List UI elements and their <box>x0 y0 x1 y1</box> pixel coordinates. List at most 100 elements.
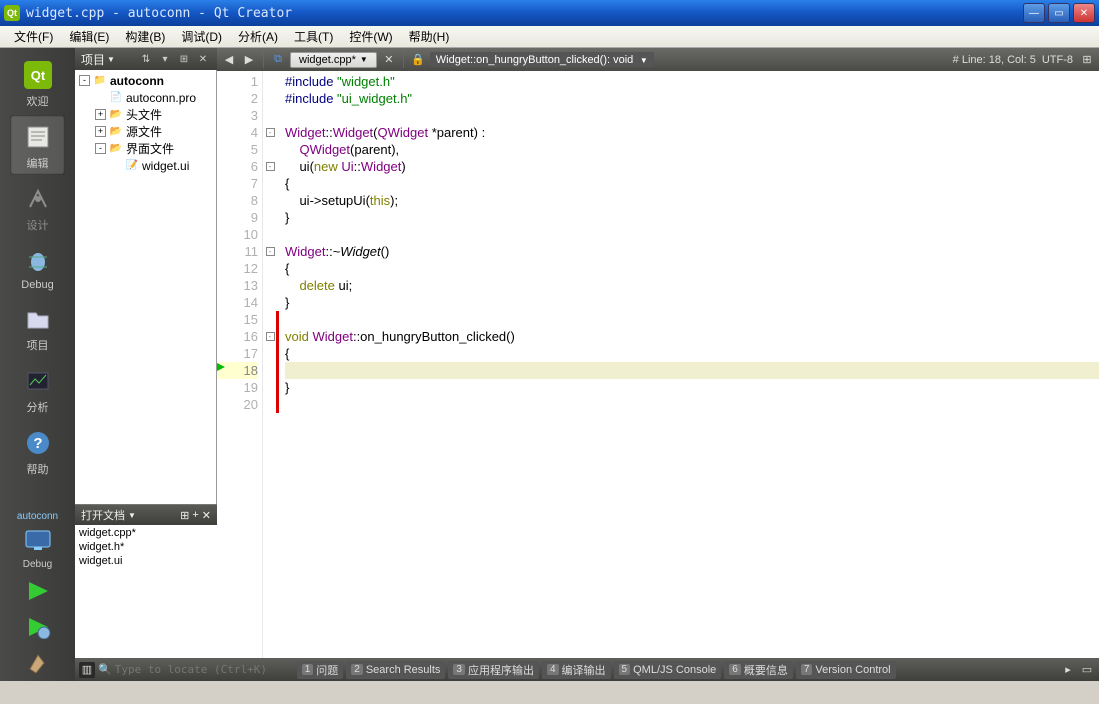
encoding-selector[interactable]: UTF-8 <box>1042 54 1073 66</box>
statusbar: ▥ 🔍 1问题2Search Results3应用程序输出4编译输出5QML/J… <box>75 658 1099 681</box>
expand-icon[interactable]: - <box>79 75 90 86</box>
design-icon <box>22 183 54 215</box>
pro-file[interactable]: autoconn.pro <box>126 91 196 105</box>
close-panel-icon[interactable]: ✕ <box>195 51 211 67</box>
cpp-icon: ⧉ <box>270 52 286 68</box>
lock-icon[interactable]: 🔒 <box>410 52 426 68</box>
menu-分析[interactable]: 分析(A) <box>230 26 286 47</box>
open-doc-item[interactable]: widget.ui <box>79 555 213 569</box>
window-title: widget.cpp - autoconn - Qt Creator <box>26 6 292 21</box>
open-doc-item[interactable]: widget.cpp* <box>79 527 213 541</box>
ui-file-icon: 📝 <box>125 159 139 173</box>
fold-column[interactable]: - - - - <box>263 71 277 658</box>
editor-toolbar: ◀ ▶ ⧉ widget.cpp* ▼ ✕ 🔒 Widget::on_hungr… <box>217 48 1099 71</box>
forms-folder[interactable]: 界面文件 <box>126 140 174 157</box>
monitor-icon <box>22 525 54 557</box>
close-panel-icon[interactable]: ✕ <box>202 509 211 522</box>
project-root[interactable]: autoconn <box>110 74 164 88</box>
maximize-button[interactable]: ▭ <box>1048 3 1070 23</box>
close-file-icon[interactable]: ✕ <box>381 52 397 68</box>
nav-back-button[interactable]: ◀ <box>221 52 237 68</box>
ui-file[interactable]: widget.ui <box>142 159 189 173</box>
file-tab[interactable]: widget.cpp* ▼ <box>290 52 377 68</box>
expand-icon[interactable]: + <box>95 109 106 120</box>
run-button[interactable] <box>20 577 56 605</box>
titlebar: Qt widget.cpp - autoconn - Qt Creator — … <box>0 0 1099 26</box>
fold-icon[interactable]: - <box>266 247 275 256</box>
open-doc-item[interactable]: widget.h* <box>79 541 213 555</box>
output-toggle-icon[interactable]: ▭ <box>1079 662 1095 678</box>
folder-c-icon: 📂 <box>109 125 123 139</box>
pro-file-icon: 📄 <box>109 91 123 105</box>
toggle-sidebar-icon[interactable]: ▥ <box>79 662 95 678</box>
locator-input[interactable] <box>115 663 285 676</box>
menu-工具[interactable]: 工具(T) <box>286 26 341 47</box>
kit-name[interactable]: autoconn <box>17 511 58 522</box>
output-tab-7[interactable]: 7Version Control <box>796 661 896 679</box>
code-editor[interactable]: 1234567891011121314151617181920 - - - - #in… <box>217 71 1099 658</box>
expand-icon[interactable]: + <box>95 126 106 137</box>
menu-构建[interactable]: 构建(B) <box>117 26 173 47</box>
add-icon[interactable]: + <box>192 509 198 521</box>
debug-icon <box>22 245 54 277</box>
mode-debug[interactable]: Debug <box>10 239 65 295</box>
svg-text:Qt: Qt <box>30 68 45 83</box>
build-button[interactable] <box>20 649 56 677</box>
search-icon: 🔍 <box>98 663 112 676</box>
project-icon: 📁 <box>93 74 107 88</box>
fold-icon[interactable]: - <box>266 332 275 341</box>
open-documents-panel: 打开文档▼ ⊞ + ✕ widget.cpp*widget.h*widget.u… <box>75 504 217 658</box>
expand-icon[interactable]: - <box>95 143 106 154</box>
folder-ui-icon: 📂 <box>109 142 123 156</box>
mode-projects[interactable]: 项目 <box>10 297 65 357</box>
run-debug-button[interactable] <box>20 613 56 641</box>
split-icon[interactable]: ⊞ <box>180 509 189 522</box>
kit-selector[interactable]: Debug <box>10 523 65 572</box>
menu-帮助[interactable]: 帮助(H) <box>401 26 458 47</box>
help-icon: ? <box>22 427 54 459</box>
mode-analyze[interactable]: 分析 <box>10 359 65 419</box>
output-tab-3[interactable]: 3应用程序输出 <box>448 661 539 679</box>
qt-logo-icon: Qt <box>4 5 20 21</box>
symbol-crumb[interactable]: Widget::on_hungryButton_clicked(): void … <box>430 52 654 67</box>
open-docs-title[interactable]: 打开文档 <box>81 507 125 523</box>
mode-bar: Qt 欢迎 编辑 设计 Debug 项目 分析 ? 帮助 autoconn <box>0 48 75 681</box>
menubar: 文件(F)编辑(E)构建(B)调试(D)分析(A)工具(T)控件(W)帮助(H) <box>0 26 1099 48</box>
nav-fwd-button[interactable]: ▶ <box>241 52 257 68</box>
sources-folder[interactable]: 源文件 <box>126 123 162 140</box>
fold-icon[interactable]: - <box>266 162 275 171</box>
mode-welcome[interactable]: Qt 欢迎 <box>10 53 65 113</box>
output-tab-2[interactable]: 2Search Results <box>346 661 445 679</box>
output-tab-5[interactable]: 5QML/JS Console <box>614 661 722 679</box>
output-tab-6[interactable]: 6概要信息 <box>724 661 793 679</box>
mode-help[interactable]: ? 帮助 <box>10 421 65 481</box>
output-tab-4[interactable]: 4编译输出 <box>542 661 611 679</box>
folder-h-icon: 📂 <box>109 108 123 122</box>
progress-icon[interactable]: ▸ <box>1060 662 1076 678</box>
mode-edit[interactable]: 编辑 <box>10 115 65 175</box>
menu-调试[interactable]: 调试(D) <box>173 26 230 47</box>
mode-design[interactable]: 设计 <box>10 177 65 237</box>
line-number-gutter[interactable]: 1234567891011121314151617181920 <box>217 71 263 658</box>
menu-文件[interactable]: 文件(F) <box>6 26 61 47</box>
menu-编辑[interactable]: 编辑(E) <box>61 26 117 47</box>
fold-icon[interactable]: - <box>266 128 275 137</box>
headers-folder[interactable]: 头文件 <box>126 106 162 123</box>
minimize-button[interactable]: — <box>1023 3 1045 23</box>
folder-icon <box>22 303 54 335</box>
close-button[interactable]: ✕ <box>1073 3 1095 23</box>
output-tab-1[interactable]: 1问题 <box>297 661 344 679</box>
split-editor-icon[interactable]: ⊞ <box>1079 52 1095 68</box>
open-docs-list[interactable]: widget.cpp*widget.h*widget.ui <box>75 525 217 658</box>
sync-icon[interactable]: ⇅ <box>138 51 154 67</box>
project-panel-header: 项目 ▼ ⇅ ▾ ⊞ ✕ <box>75 48 217 70</box>
cursor-position: # Line: 18, Col: 5 <box>953 54 1036 66</box>
code-body[interactable]: #include "widget.h"#include "ui_widget.h… <box>277 71 1099 658</box>
split-icon[interactable]: ⊞ <box>176 51 192 67</box>
change-marker <box>276 311 279 413</box>
project-selector[interactable]: 项目 ▼ <box>81 51 115 68</box>
svg-text:?: ? <box>33 435 42 452</box>
filter-icon[interactable]: ▾ <box>157 51 173 67</box>
menu-控件[interactable]: 控件(W) <box>341 26 400 47</box>
project-tree[interactable]: -📁autoconn 📄autoconn.pro +📂头文件 +📂源文件 -📂界… <box>75 70 217 504</box>
